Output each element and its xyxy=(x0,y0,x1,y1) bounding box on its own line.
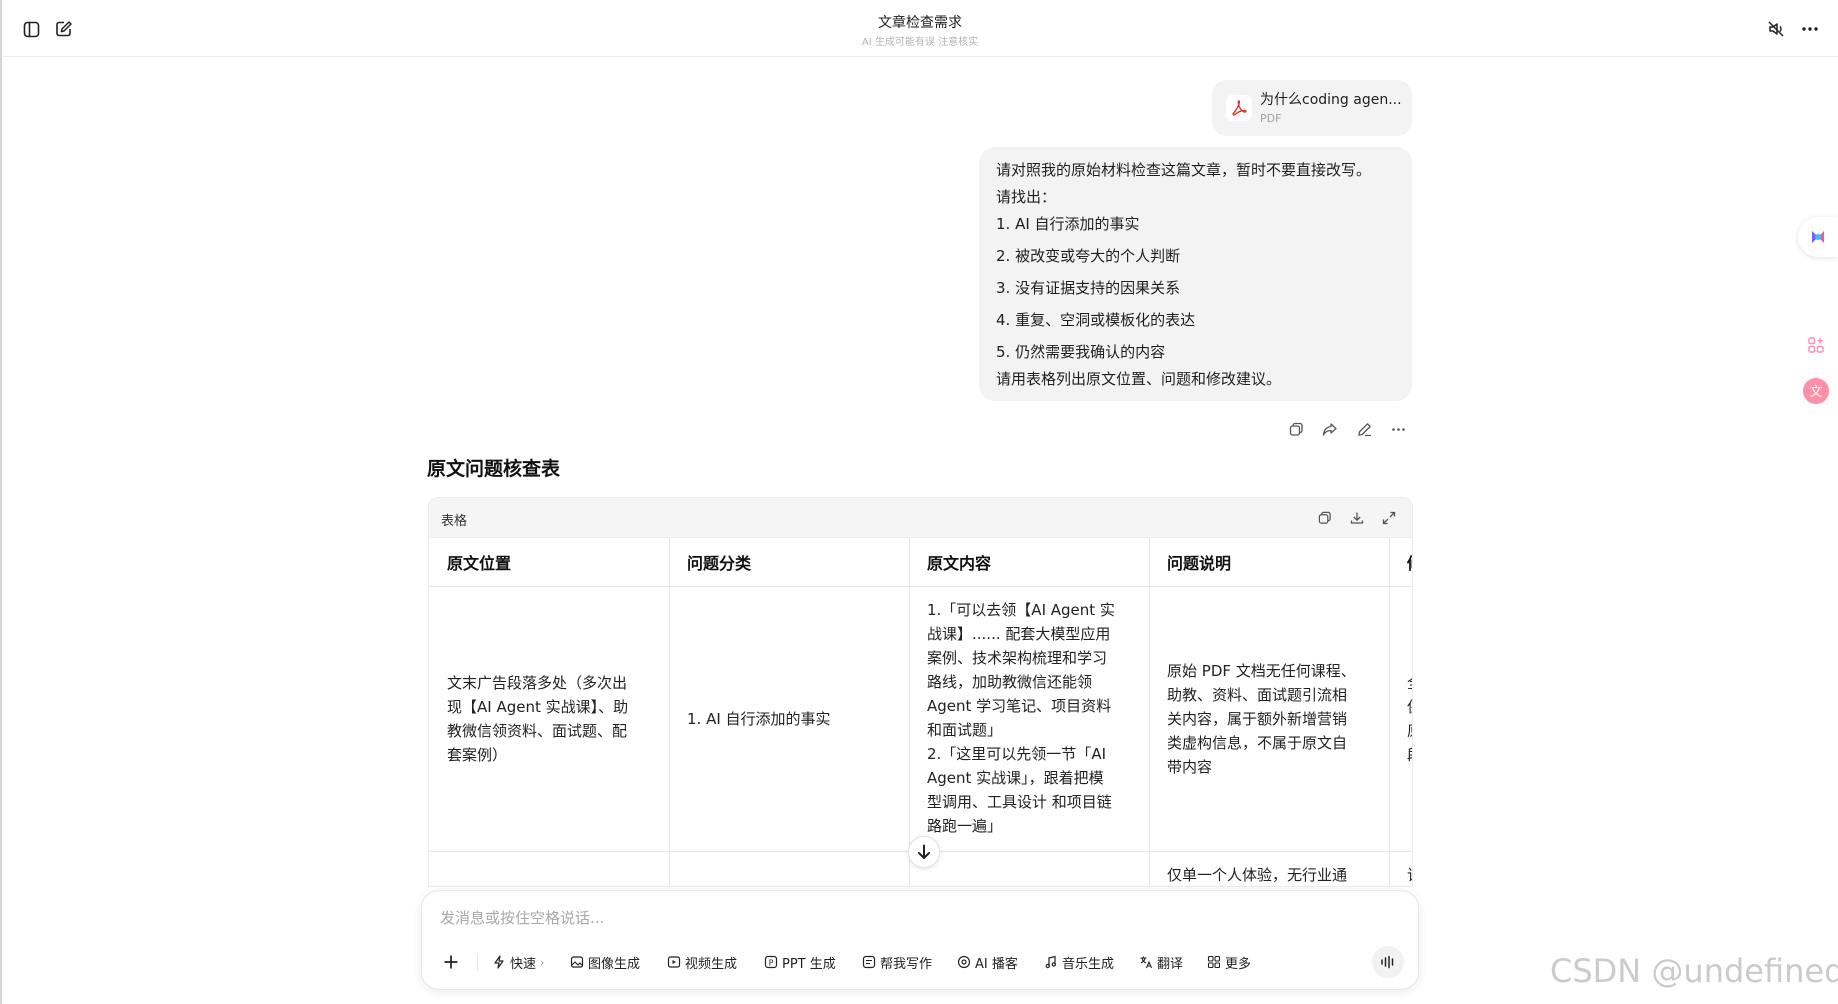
column-header: 问题分类 xyxy=(687,554,752,573)
user-message-line: 2. 被改变或夸大的个人判断 xyxy=(996,247,1181,265)
page-title: 文章检查需求 xyxy=(878,15,962,31)
table-cell-content: 1.「可以去领【AI Agent 实 战课】...... 配套大模型应用 案例、… xyxy=(927,601,1115,835)
table-toolbar: 表格 xyxy=(429,498,1412,538)
svg-text:文: 文 xyxy=(1809,385,1822,400)
translate-icon[interactable]: 文 xyxy=(1800,375,1832,407)
table-cell-fix: 该 xyxy=(1407,863,1412,886)
copy-icon[interactable] xyxy=(1285,418,1307,440)
tool-label: 快速 xyxy=(510,956,537,972)
user-message-line: 3. 没有证据支持的因果关系 xyxy=(996,279,1181,297)
table-download-icon[interactable] xyxy=(1347,508,1367,528)
tool-image-gen-button[interactable]: 图像生成 xyxy=(570,951,640,973)
table-cell-location: 文末广告段落多处（多次出 现【AI Agent 实战课】、助 教微信领资料、面试… xyxy=(447,674,629,764)
tool-ppt-gen-button[interactable]: P PPT 生成 xyxy=(764,951,836,973)
edit-icon[interactable] xyxy=(1353,418,1375,440)
tool-more-button[interactable]: 更多 xyxy=(1207,951,1251,973)
video-icon xyxy=(667,956,681,968)
message-input[interactable] xyxy=(440,905,1340,931)
tool-ai-podcast-button[interactable]: AI 播客 xyxy=(957,951,1018,973)
tool-label: 翻译 xyxy=(1157,956,1184,972)
column-header: 修 xyxy=(1407,550,1412,574)
column-header: 问题说明 xyxy=(1167,554,1232,573)
translate-small-icon xyxy=(1140,956,1153,969)
tool-label: AI 播客 xyxy=(975,956,1018,972)
pdf-file-icon xyxy=(1226,95,1252,121)
tool-label: 更多 xyxy=(1225,956,1252,972)
toolbar-divider xyxy=(477,955,478,971)
user-message-line: 1. AI 自行添加的事实 xyxy=(996,215,1140,233)
attachment-filename: 为什么coding agen... xyxy=(1260,92,1402,108)
column-divider xyxy=(1389,538,1390,886)
tool-translate-button[interactable]: 翻译 xyxy=(1139,951,1183,973)
watermark: CSDN @undefined xyxy=(1550,952,1838,990)
top-bar: 文章检查需求 AI 生成可能有误 注意核实 xyxy=(2,0,1838,57)
column-divider xyxy=(1149,538,1150,886)
share-icon[interactable] xyxy=(1319,418,1341,440)
ppt-icon: P xyxy=(764,955,778,969)
svg-text:P: P xyxy=(769,959,774,968)
pdf-attachment-card[interactable]: 为什么coding agen... PDF xyxy=(1212,80,1412,136)
tool-writing-button[interactable]: 帮我写作 xyxy=(862,951,932,973)
table-copy-icon[interactable] xyxy=(1315,508,1335,528)
attachment-filetype: PDF xyxy=(1260,112,1282,125)
arrow-down-icon xyxy=(918,844,930,859)
user-message-line: 请找出： xyxy=(996,188,1057,206)
tool-label: 图像生成 xyxy=(588,956,641,972)
chevron-right-icon: › xyxy=(540,955,545,969)
apps-grid-icon[interactable] xyxy=(1800,329,1832,361)
column-divider xyxy=(669,538,670,886)
message-more-icon[interactable] xyxy=(1387,418,1409,440)
more-options-icon[interactable] xyxy=(1799,18,1821,40)
speaker-muted-icon[interactable] xyxy=(1765,18,1787,40)
user-message-line: 4. 重复、空洞或模板化的表达 xyxy=(996,311,1196,329)
column-header: 原文位置 xyxy=(447,554,512,573)
answer-heading: 原文问题核查表 xyxy=(427,458,561,480)
assistant-app-icon[interactable] xyxy=(1798,217,1838,257)
table-cell-note: 仅单一个人体验，无行业通 xyxy=(1167,866,1348,884)
tool-label: 视频生成 xyxy=(685,956,738,972)
window-left-edge xyxy=(0,0,2,1004)
lightning-icon xyxy=(494,955,504,969)
table-cell-category: 1. AI 自行添加的事实 xyxy=(687,710,831,728)
voice-input-button[interactable] xyxy=(1372,946,1404,978)
tool-music-gen-button[interactable]: 音乐生成 xyxy=(1044,951,1114,973)
grid-icon xyxy=(1207,955,1221,969)
user-message-bubble: 请对照我的原始材料检查这篇文章，暂时不要直接改写。 请找出： 1. AI 自行添… xyxy=(979,147,1412,401)
tool-label: 帮我写作 xyxy=(880,956,933,972)
scroll-to-bottom-button[interactable] xyxy=(908,836,940,868)
tool-video-gen-button[interactable]: 视频生成 xyxy=(667,951,737,973)
writing-icon xyxy=(862,955,876,969)
user-message-line: 请对照我的原始材料检查这篇文章，暂时不要直接改写。 xyxy=(996,161,1372,179)
music-note-icon xyxy=(1045,955,1056,969)
column-header: 原文内容 xyxy=(927,554,992,573)
page-subtitle: AI 生成可能有误 注意核实 xyxy=(861,37,979,48)
table-cell-note: 原始 PDF 文档无任何课程、 助教、资料、面试题引流相 关内容，属于额外新增营… xyxy=(1167,662,1356,776)
user-message-line: 请用表格列出原文位置、问题和修改建议。 xyxy=(996,370,1282,388)
result-table-card: 表格 原文位置 问题分类 原文内容 问题说明 修 文末广告段落多处（多次出 现【… xyxy=(428,497,1413,887)
table-label: 表格 xyxy=(441,514,468,529)
message-composer: 快速 › 图像生成 视频生成 P PPT 生成 帮我写作 AI 播客 音乐生成 … xyxy=(421,890,1419,990)
tool-quick-button[interactable]: 快速 › xyxy=(492,951,544,973)
tool-label: 音乐生成 xyxy=(1062,956,1115,972)
user-message-line: 5. 仍然需要我确认的内容 xyxy=(996,343,1166,361)
plus-icon xyxy=(444,955,458,969)
waveform-icon xyxy=(1381,955,1394,969)
podcast-icon xyxy=(957,955,971,969)
table-cell-fix: 全 保 原 段 xyxy=(1407,671,1412,767)
image-icon xyxy=(570,956,584,968)
column-divider xyxy=(909,538,910,886)
table-expand-icon[interactable] xyxy=(1379,508,1399,528)
row-divider xyxy=(429,586,1412,587)
add-attachment-button[interactable] xyxy=(440,951,462,973)
tool-label: PPT 生成 xyxy=(782,956,836,972)
